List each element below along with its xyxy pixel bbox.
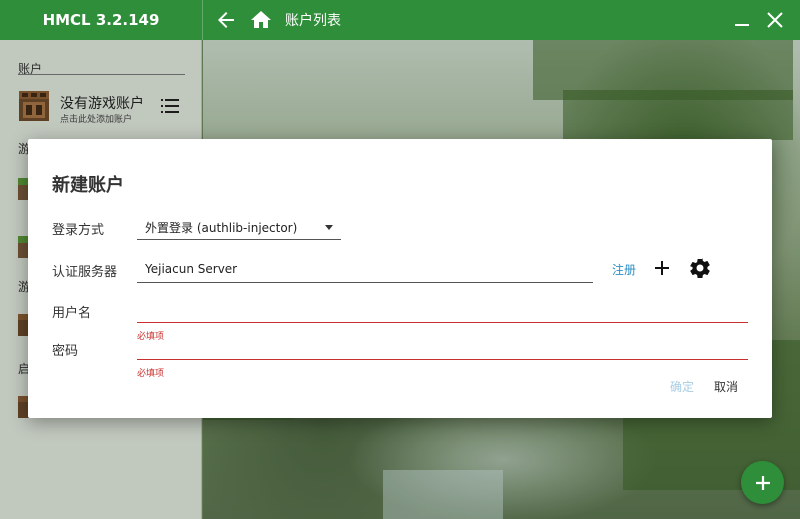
title-divider [202,0,203,40]
register-link[interactable]: 注册 [612,261,636,278]
password-label: 密码 [52,344,79,359]
username-label: 用户名 [52,306,92,321]
arrow-left-icon[interactable] [214,8,238,32]
login-method-select[interactable]: 外置登录 (authlib-injector) [137,213,341,240]
login-method-value: 外置登录 (authlib-injector) [145,221,298,235]
auth-server-label: 认证服务器 [52,265,118,280]
confirm-button[interactable]: 确定 [670,378,694,395]
auth-server-select[interactable]: Yejiacun Server [137,256,593,283]
minimize-icon[interactable] [733,12,751,30]
add-fab-button[interactable] [741,461,784,504]
gear-icon[interactable] [688,256,712,280]
chevron-down-icon [325,225,333,230]
close-icon[interactable] [766,11,784,29]
breadcrumb: 账户列表 [285,13,341,29]
username-input[interactable] [137,296,748,323]
cancel-button[interactable]: 取消 [714,378,738,395]
auth-server-value: Yejiacun Server [145,262,238,276]
dialog-title: 新建账户 [52,175,124,196]
login-method-label: 登录方式 [52,223,105,238]
plus-icon[interactable] [652,258,672,278]
new-account-dialog: 新建账户 登录方式 外置登录 (authlib-injector) 认证服务器 … [28,139,772,418]
password-error: 必填项 [137,369,165,379]
password-input[interactable] [137,333,748,360]
app-title: HMCL 3.2.149 [42,11,160,29]
fab-plus-icon [755,475,770,490]
title-bar: HMCL 3.2.149 账户列表 [0,0,800,40]
home-icon[interactable] [249,8,273,32]
